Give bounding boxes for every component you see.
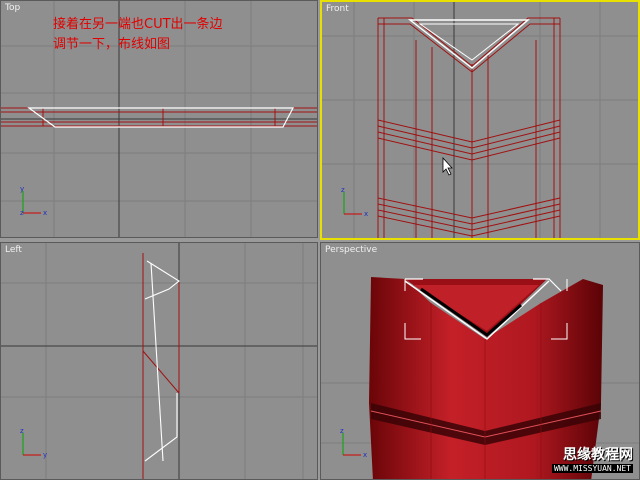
axis-label-x: x <box>363 451 367 459</box>
left-view-canvas[interactable]: z y <box>1 243 318 480</box>
viewport-label-left[interactable]: Left <box>5 245 22 255</box>
viewport-label-perspective[interactable]: Perspective <box>325 245 377 255</box>
annotation-line-1: 接着在另一端也CUT出一条边 <box>53 17 223 32</box>
viewport-label-top[interactable]: Top <box>5 3 20 13</box>
mouse-cursor-icon <box>442 156 453 176</box>
watermark: 思缘教程网 WWW.MISSYUAN.NET <box>551 444 633 473</box>
watermark-site-name: 思缘教程网 <box>563 447 633 463</box>
viewport-front[interactable]: Front x z <box>320 0 640 240</box>
annotation-line-2: 调节一下，布线如图 <box>53 37 171 52</box>
axis-label-x: x <box>43 209 47 217</box>
watermark-url: WWW.MISSYUAN.NET <box>551 464 633 473</box>
viewport-label-front[interactable]: Front <box>326 4 349 14</box>
viewport-perspective[interactable]: Perspective x z 思缘教程网 WWW.MISSYUAN.NET <box>320 242 640 480</box>
axis-label-x: x <box>364 210 368 218</box>
axis-gizmo-front: x z <box>341 186 368 218</box>
axis-label-z: z <box>340 427 344 435</box>
axis-label-y: y <box>20 185 24 193</box>
axis-label-z: z <box>20 427 24 435</box>
viewport-left[interactable]: Left z y <box>0 242 318 480</box>
front-view-canvas[interactable]: x z <box>322 2 638 238</box>
annotation-text: 接着在另一端也CUT出一条边 调节一下，布线如图 <box>53 15 223 55</box>
viewport-top[interactable]: Top z x y 接着在另一端也CUT出一条边 调节一下，布线如图 <box>0 0 318 238</box>
axis-label-z: z <box>341 186 345 194</box>
axis-gizmo-left: z y <box>20 427 47 459</box>
axis-label-z: z <box>20 209 24 217</box>
axis-label-y: y <box>43 451 47 459</box>
